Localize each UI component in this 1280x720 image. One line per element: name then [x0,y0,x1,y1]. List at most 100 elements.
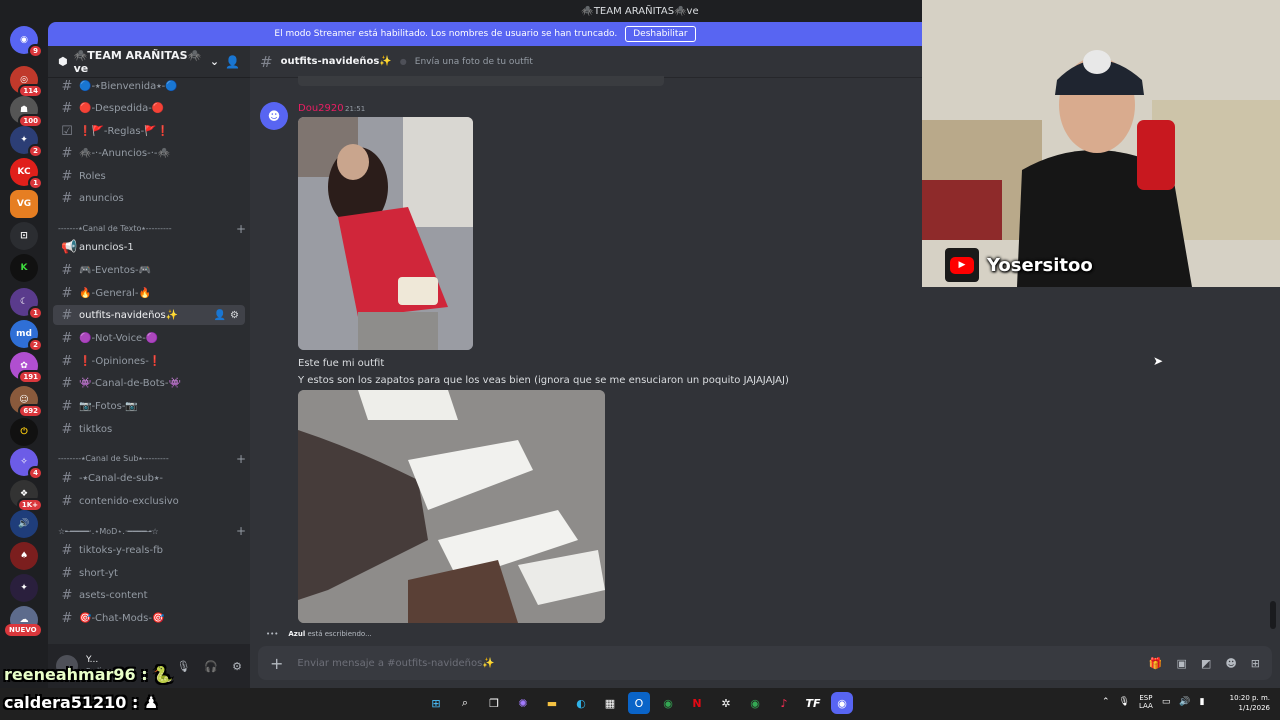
headphones-icon[interactable]: 🎧 [204,660,218,673]
message-author[interactable]: Dou2920 [298,103,344,114]
gear-icon[interactable]: ⚙ [230,310,239,321]
clock[interactable]: 10:20 p. m. 1/1/2026 [1230,693,1270,713]
outfit-photo[interactable] [298,117,473,350]
channel-roles[interactable]: # Roles [53,166,245,186]
battery-icon[interactable]: ▮ [1200,697,1205,707]
clock-time: 10:20 p. m. [1229,694,1270,702]
channel-eventos[interactable]: # 🎮-Eventos-🎮 [53,260,245,280]
channel-outfits-navidenos[interactable]: # outfits-navideños✨ 👤 ⚙ [53,305,245,325]
server-icon[interactable]: KC 1 [10,158,43,190]
netflix-icon[interactable]: N [686,692,708,714]
channel-opiniones[interactable]: # ❗-Opiniones-❗ [53,351,245,371]
plus-icon[interactable]: + [236,524,246,538]
channel-anuncios-1[interactable]: 📢 anuncios-1 [53,237,245,257]
channel-label: 📷-Fotos-📷 [79,400,138,412]
windows-taskbar: ⊞ ⌕ ❐ ✺ ▬ ◐ ▦ O ◉ N ✲ ◉ ♪ TF ◉ ⌃ 🎙 ESP L… [0,688,1280,720]
task-view-icon[interactable]: ❐ [483,692,505,714]
scrollbar[interactable] [1270,601,1276,629]
channel-contenido-exclusivo[interactable]: # contenido-exclusivo [53,491,245,511]
chrome-profile-icon[interactable]: ◉ [744,692,766,714]
network-icon[interactable]: ▭ [1162,697,1171,707]
channel-asets-content[interactable]: # asets-content [53,585,245,605]
channel-canal-de-sub[interactable]: # -⭑Canal-de-sub⭑- [53,468,245,488]
plus-icon[interactable]: + [236,452,246,466]
channel-topic: Envía una foto de tu outfit [414,56,533,67]
add-member-icon[interactable]: 👤 [214,310,226,321]
sticker-icon[interactable]: ◩ [1201,657,1211,670]
volume-icon[interactable]: 🔊 [1179,697,1190,707]
store-icon[interactable]: ▦ [599,692,621,714]
channel-general[interactable]: # 🔥-General-🔥 [53,283,245,303]
search-icon[interactable]: ⌕ [454,692,476,714]
chrome-icon[interactable]: ◉ [657,692,679,714]
discord-home-icon[interactable]: ◉ 9 [10,26,43,58]
channel-anuncios[interactable]: # anuncios [53,188,245,208]
hash-icon: # [260,52,273,71]
plus-icon[interactable]: + [236,222,246,236]
windows-start-icon[interactable]: ⊞ [425,692,447,714]
shoes-photo[interactable] [298,390,605,623]
server-icon[interactable]: ✦ 2 [10,126,43,158]
invite-icon[interactable]: 👤 [225,55,240,69]
server-header[interactable]: ⬢ 🕷️TEAM ARAÑITAS🕷️ve ⌄ 👤 [48,46,250,78]
microphone-icon[interactable]: 🎙 [1119,697,1130,707]
server-icon[interactable]: md 2 [10,320,43,352]
channel-tiktoks-y-reals-fb[interactable]: # tiktoks-y-reals-fb [53,540,245,560]
channel-canal-de-bots[interactable]: # 👾-Canal-de-Bots-👾 [53,373,245,393]
tiktok-icon[interactable]: ♪ [773,692,795,714]
server-icon[interactable]: ⊡ [10,222,38,250]
attach-plus-icon[interactable]: + [270,654,283,673]
gear-icon[interactable]: ⚙ [232,660,242,673]
channel-fotos[interactable]: # 📷-Fotos-📷 [53,396,245,416]
server-icon[interactable]: ✿ 191 [10,352,43,384]
avatar[interactable]: ☻ [260,102,288,130]
emoji-icon[interactable]: ☻ [1225,657,1236,670]
microphone-icon[interactable]: 🎙 [176,660,190,673]
channel-reglas[interactable]: ☑ ❗🚩-Reglas-🚩❗ [53,121,245,141]
server-icon[interactable]: ☾ 1 [10,288,43,320]
server-icon[interactable]: ✧ 4 [10,448,43,480]
copilot-icon[interactable]: ✺ [512,692,534,714]
category-canal-de-sub[interactable]: --------⭑Canal de Sub⭑--------- + [58,451,246,467]
server-icon[interactable]: ⏻ [10,418,38,446]
channel-short-yt[interactable]: # short-yt [53,563,245,583]
message-input[interactable]: Enviar mensaje a #outfits-navideños✨ [297,658,494,669]
previous-image-attachment[interactable] [298,76,664,86]
server-icon[interactable]: ✦ [10,574,38,602]
server-icon[interactable]: ♠ [10,542,38,570]
server-icon[interactable]: VG [10,190,38,218]
category-mod[interactable]: ☆╾━━━━·.⋆MoD⋆.·━━━━╼☆ + [58,523,246,539]
hash-icon: # [61,100,73,116]
channel-despedida[interactable]: # 🔴-Despedida-🔴 [53,98,245,118]
tf-app-icon[interactable]: TF [802,692,824,714]
channel-label: anuncios [79,192,124,204]
channel-bienvenida[interactable]: # 🔵-⭑Bienvenida⭑-🔵 [53,76,245,96]
gif-icon[interactable]: ▣ [1177,657,1187,670]
file-explorer-icon[interactable]: ▬ [541,692,563,714]
message-composer[interactable]: + Enviar mensaje a #outfits-navideños✨ 🎁… [258,646,1272,680]
server-icon[interactable]: K [10,254,38,282]
discord-taskbar-icon[interactable]: ◉ [831,692,853,714]
apps-icon[interactable]: ⊞ [1251,657,1260,670]
channel-label: short-yt [79,567,118,579]
gift-icon[interactable]: 🎁 [1149,657,1163,670]
outlook-icon[interactable]: O [628,692,650,714]
language-indicator[interactable]: ESP LAA [1139,694,1153,710]
youtube-channel-name: Yosersitoo [987,254,1093,276]
edge-icon[interactable]: ◐ [570,692,592,714]
category-canal-de-texto[interactable]: -------⭑Canal de Texto⭑--------- + [58,221,246,237]
chatgpt-icon[interactable]: ✲ [715,692,737,714]
channel-label: tiktoks-y-reals-fb [79,544,163,556]
server-icon[interactable]: ❖ 1K+ [10,480,43,512]
channel-tiktkos[interactable]: # tiktkos [53,419,245,439]
server-icon[interactable]: ☗ 100 [10,96,43,128]
server-icon[interactable]: ◎ 114 [10,66,43,98]
channel-chat-mods[interactable]: # 🎯-Chat-Mods-🎯 [53,608,245,628]
channel-anuncios-announce[interactable]: # 🕷️-·-Anuncios-·-🕷️ [53,143,245,163]
server-icon[interactable]: ☺ 692 [10,386,43,418]
channel-not-voice[interactable]: # 🟣-Not-Voice-🟣 [53,328,245,348]
server-icon[interactable]: 🔊 [10,510,38,538]
system-tray: ⌃ 🎙 ESP LAA ▭ 🔊 ▮ [1102,694,1205,710]
chevron-up-icon[interactable]: ⌃ [1102,697,1110,707]
disable-streamer-button[interactable]: Deshabilitar [625,26,696,42]
